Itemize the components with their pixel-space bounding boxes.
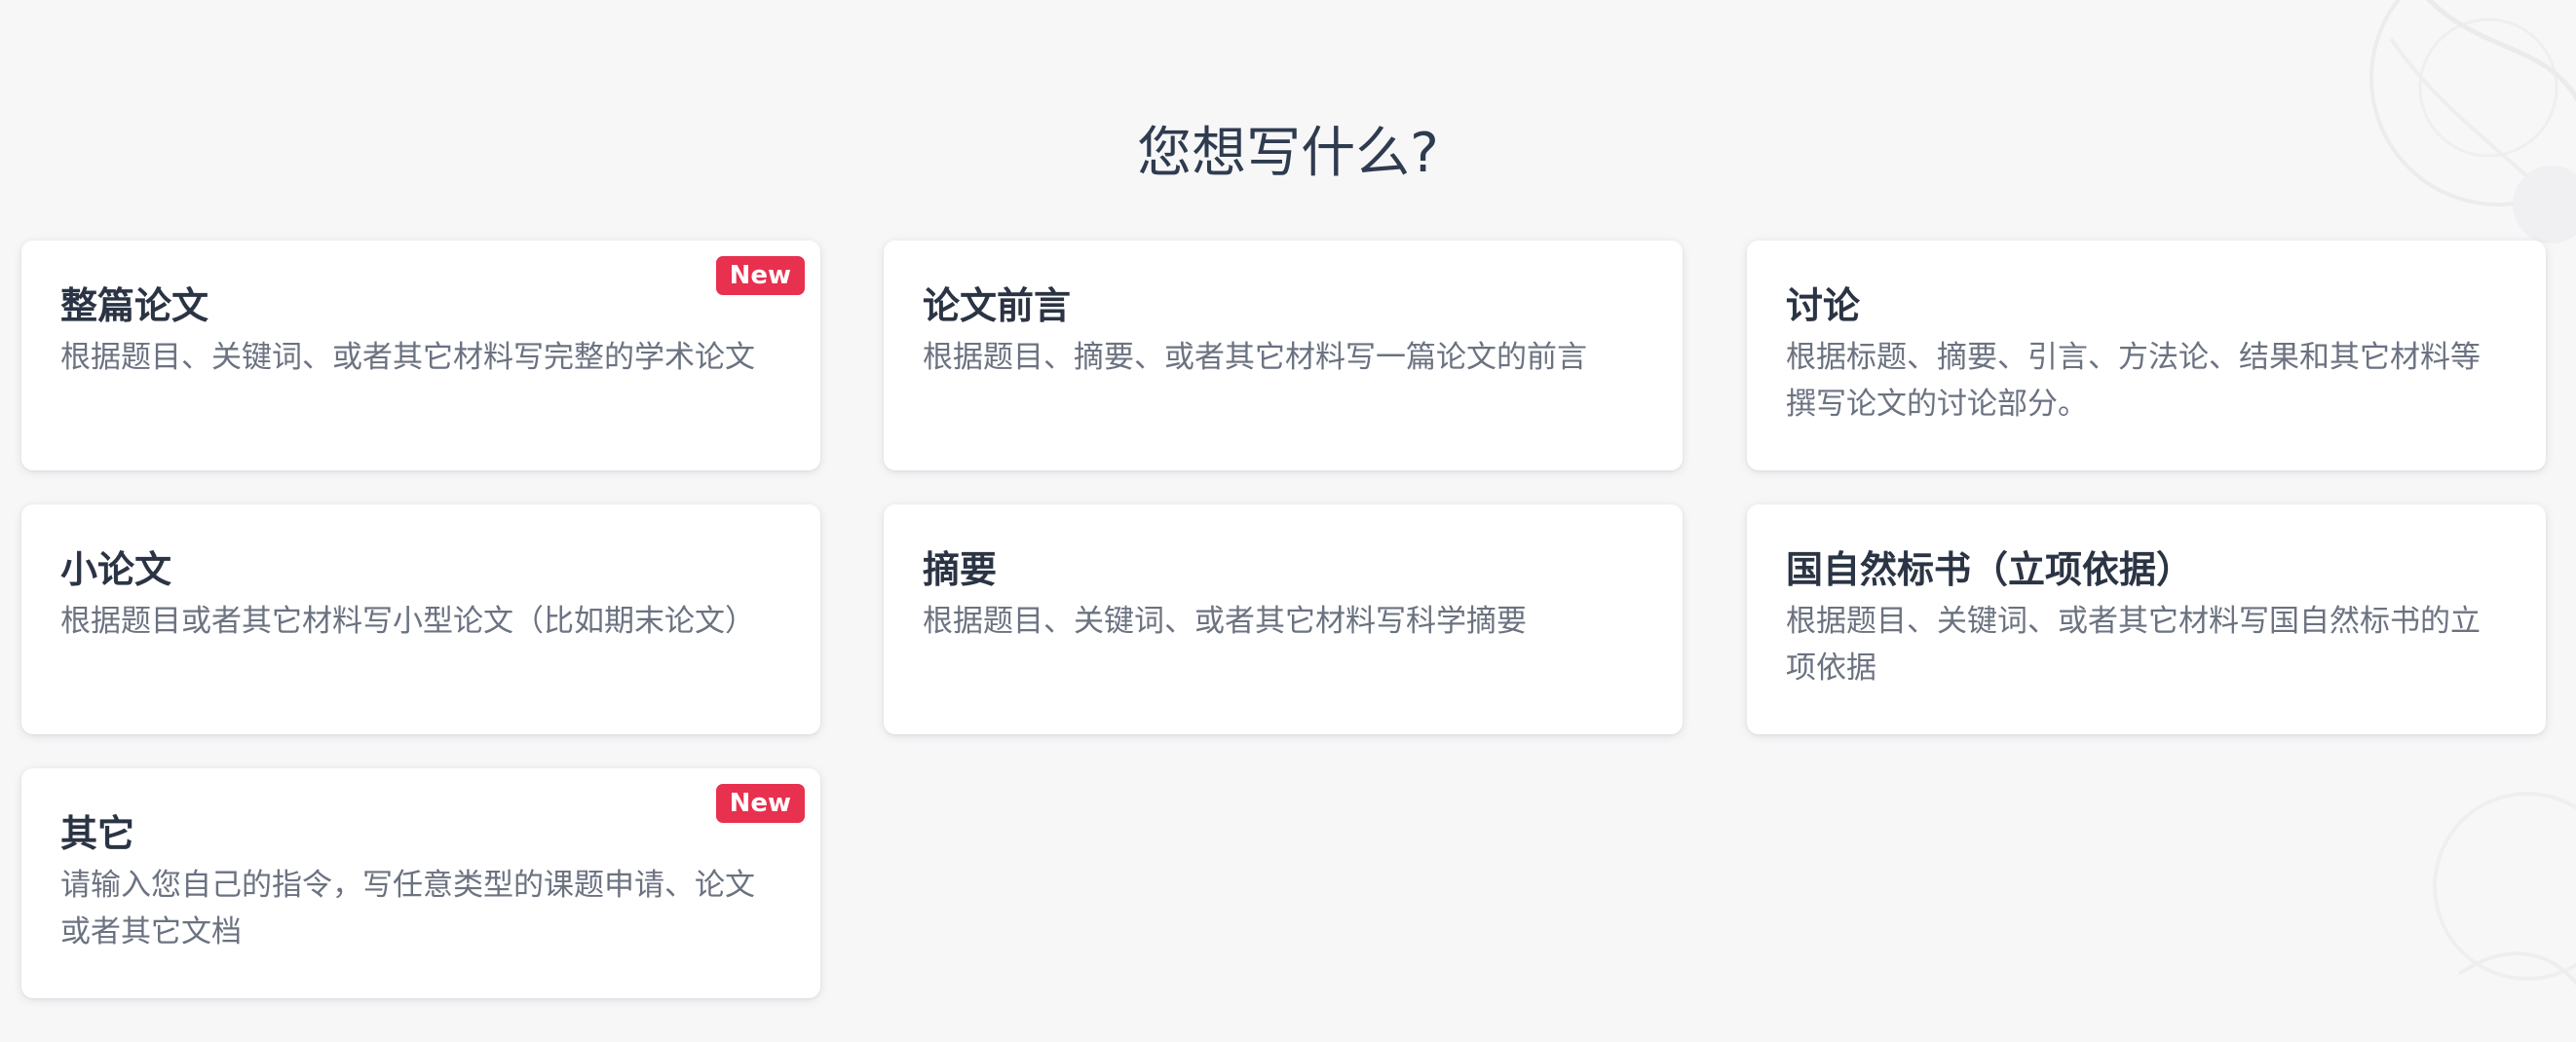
card-title: 整篇论文 [60, 284, 209, 327]
card-description: 根据题目、关键词、或者其它材料写科学摘要 [923, 604, 1527, 639]
card-title: 讨论 [1786, 284, 1861, 327]
card-abstract[interactable]: 摘要 根据题目、关键词、或者其它材料写科学摘要 [884, 504, 1683, 734]
card-title: 论文前言 [923, 284, 1072, 327]
card-title: 其它 [60, 812, 135, 855]
card-title: 国自然标书（立项依据） [1786, 548, 2194, 591]
card-title: 摘要 [923, 548, 998, 591]
card-other[interactable]: New 其它 请输入您自己的指令，写任意类型的课题申请、论文或者其它文档 [21, 768, 820, 998]
card-description: 根据标题、摘要、引言、方法论、结果和其它材料等撰写论文的讨论部分。 [1786, 340, 2481, 422]
card-discussion[interactable]: 讨论 根据标题、摘要、引言、方法论、结果和其它材料等撰写论文的讨论部分。 [1747, 241, 2546, 470]
card-description: 请输入您自己的指令，写任意类型的课题申请、论文或者其它文档 [60, 868, 755, 949]
card-description: 根据题目、摘要、或者其它材料写一篇论文的前言 [923, 340, 1587, 375]
card-description: 根据题目或者其它材料写小型论文（比如期末论文） [60, 604, 755, 639]
card-nsfc-proposal[interactable]: 国自然标书（立项依据） 根据题目、关键词、或者其它材料写国自然标书的立项依据 [1747, 504, 2546, 734]
card-description: 根据题目、关键词、或者其它材料写完整的学术论文 [60, 340, 755, 375]
page-title: 您想写什么? [1137, 122, 1439, 185]
card-full-paper[interactable]: New 整篇论文 根据题目、关键词、或者其它材料写完整的学术论文 [21, 241, 820, 470]
card-introduction[interactable]: 论文前言 根据题目、摘要、或者其它材料写一篇论文的前言 [884, 241, 1683, 470]
card-description: 根据题目、关键词、或者其它材料写国自然标书的立项依据 [1786, 604, 2481, 686]
new-badge: New [715, 256, 805, 295]
card-title: 小论文 [60, 548, 172, 591]
new-badge: New [715, 784, 805, 823]
card-short-paper[interactable]: 小论文 根据题目或者其它材料写小型论文（比如期末论文） [21, 504, 820, 734]
